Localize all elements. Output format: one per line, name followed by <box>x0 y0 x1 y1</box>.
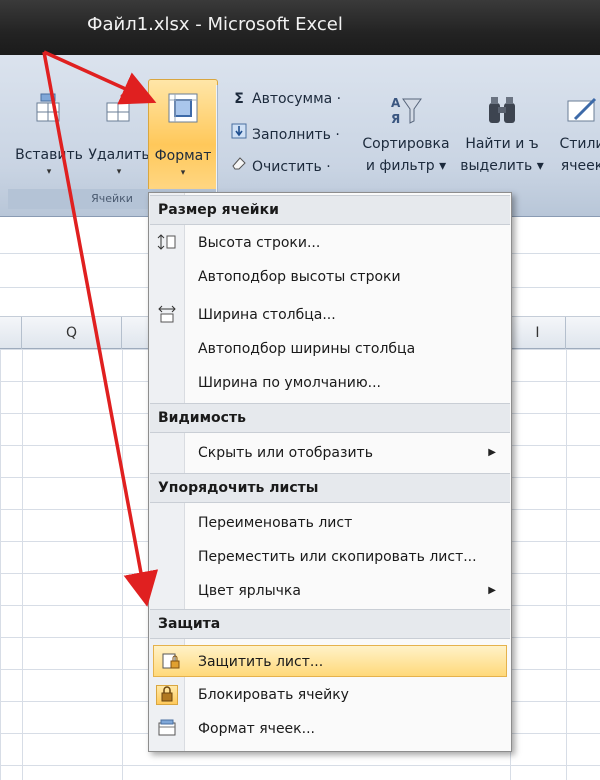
delete-label: Удалить <box>88 147 150 163</box>
menu-item-label: Автоподбор ширины столбца <box>198 341 416 357</box>
insert-button[interactable]: Вставить ▾ <box>14 85 84 189</box>
submenu-arrow-icon: ▶ <box>488 585 496 596</box>
fill-label: Заполнить · <box>252 127 340 143</box>
menu-item-label: Переместить или скопировать лист... <box>198 549 477 565</box>
column-width-icon <box>156 305 178 325</box>
delete-button[interactable]: Удалить ▾ <box>84 85 154 189</box>
grid-line <box>566 349 567 780</box>
menu-item-label: Скрыть или отобразить <box>198 445 373 461</box>
menu-section-visibility: Видимость <box>150 403 510 433</box>
cell-styles-button[interactable]: Стили ячеек <box>552 85 600 177</box>
binoculars-icon <box>489 97 515 123</box>
menu-item-label: Высота строки... <box>198 235 321 251</box>
insert-label: Вставить <box>15 147 83 163</box>
format-cells-icon <box>156 719 178 739</box>
menu-item-lock-cell[interactable]: Блокировать ячейку <box>150 679 510 711</box>
submenu-arrow-icon: ▶ <box>488 447 496 458</box>
sort-label-line1: Сортировка <box>362 136 450 152</box>
format-dropdown-menu: Размер ячейки Высота строки... Автоподбо… <box>148 192 512 752</box>
menu-item-label: Автоподбор высоты строки <box>198 269 401 285</box>
svg-text:А: А <box>391 96 401 110</box>
sigma-icon: Σ <box>234 91 244 107</box>
clear-button[interactable]: Очистить · <box>230 155 331 181</box>
row-header-corner[interactable] <box>0 317 22 349</box>
protect-sheet-icon <box>160 652 182 672</box>
menu-section-arrange-sheets: Упорядочить листы <box>150 473 510 503</box>
menu-item-label: Ширина столбца... <box>198 307 336 323</box>
title-bar: Файл1.xlsx - Microsoft Excel <box>0 0 600 55</box>
fill-button[interactable]: Заполнить · <box>230 123 340 149</box>
column-header-i[interactable]: I <box>510 317 566 349</box>
menu-item-label: Ширина по умолчанию... <box>198 375 382 391</box>
eraser-icon <box>230 155 248 175</box>
autosum-label: Автосумма · <box>252 91 342 107</box>
delete-cells-icon <box>106 94 132 122</box>
format-label: Формат <box>154 148 212 164</box>
lock-icon <box>156 685 178 705</box>
menu-item-label: Защитить лист... <box>198 654 324 670</box>
cell-styles-icon <box>567 97 597 122</box>
chevron-down-icon: ▾ <box>46 167 52 177</box>
chevron-down-icon: ▾ <box>180 168 186 178</box>
format-button[interactable]: Формат ▾ <box>148 79 218 199</box>
menu-section-protection: Защита <box>150 609 510 639</box>
find-label-line1: Найти и ъ <box>465 136 539 152</box>
menu-item-autofit-row[interactable]: Автоподбор высоты строки <box>150 261 510 293</box>
chevron-down-icon: ▾ <box>116 167 122 177</box>
autosum-button[interactable]: Σ Автосумма · <box>230 91 341 117</box>
menu-item-default-width[interactable]: Ширина по умолчанию... <box>150 367 510 399</box>
styles-label-line2: ячеек <box>560 158 600 174</box>
menu-item-rename-sheet[interactable]: Переименовать лист <box>150 507 510 539</box>
menu-item-column-width[interactable]: Ширина столбца... <box>150 299 510 331</box>
menu-item-row-height[interactable]: Высота строки... <box>150 227 510 259</box>
format-cells-icon <box>168 93 198 123</box>
find-label-line2: выделить ▾ <box>460 158 544 174</box>
row-height-icon <box>156 233 178 253</box>
menu-item-label: Переименовать лист <box>198 515 353 531</box>
sort-filter-button[interactable]: А Я Сортировка и фильтр ▾ <box>358 85 454 177</box>
menu-item-autofit-column[interactable]: Автоподбор ширины столбца <box>150 333 510 365</box>
grid-line <box>122 349 123 780</box>
menu-item-protect-sheet[interactable]: Защитить лист... <box>153 645 507 677</box>
menu-item-label: Блокировать ячейку <box>198 687 349 703</box>
menu-item-move-copy-sheet[interactable]: Переместить или скопировать лист... <box>150 541 510 573</box>
column-header[interactable] <box>566 317 600 349</box>
menu-item-hide-show[interactable]: Скрыть или отобразить ▶ <box>150 437 510 469</box>
clear-label: Очистить · <box>252 159 331 175</box>
menu-item-label: Цвет ярлычка <box>198 583 301 599</box>
column-header-q[interactable]: Q <box>22 317 122 349</box>
find-select-button[interactable]: Найти и ъ выделить ▾ <box>454 85 550 177</box>
menu-item-tab-color[interactable]: Цвет ярлычка ▶ <box>150 575 510 607</box>
insert-cells-icon <box>36 93 60 122</box>
styles-label-line1: Стили <box>559 136 600 152</box>
sort-label-line2: и фильтр ▾ <box>365 158 447 174</box>
menu-item-label: Формат ячеек... <box>198 721 315 737</box>
fill-down-icon <box>230 123 248 143</box>
sort-filter-icon: А Я <box>391 96 422 126</box>
menu-section-cell-size: Размер ячейки <box>150 195 510 225</box>
menu-item-format-cells[interactable]: Формат ячеек... <box>150 713 510 745</box>
grid-line <box>22 349 23 780</box>
window-title: Файл1.xlsx - Microsoft Excel <box>87 14 343 35</box>
svg-text:Я: Я <box>391 112 400 126</box>
